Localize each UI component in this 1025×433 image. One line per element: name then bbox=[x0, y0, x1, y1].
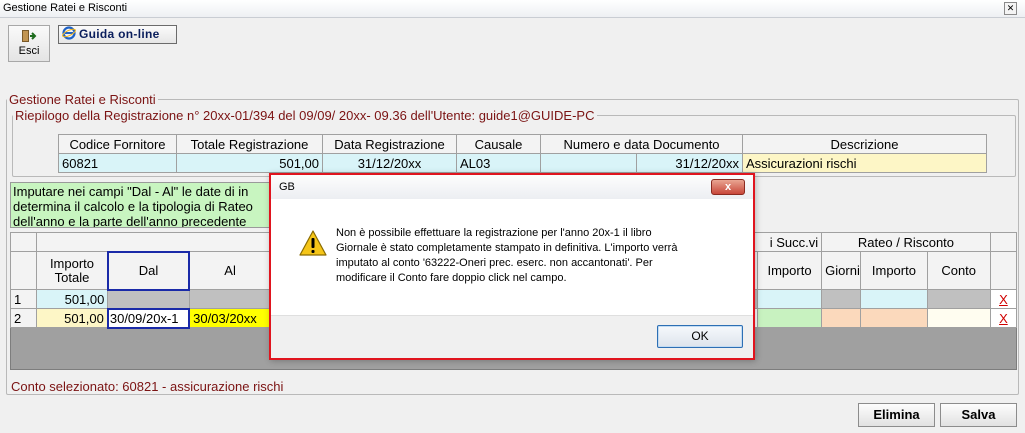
conto-selezionato-label: Conto selezionato: 60821 - assicurazione… bbox=[11, 379, 284, 394]
info-line: Imputare nei campi "Dal - Al" le date di… bbox=[13, 184, 249, 199]
warning-dialog: GB x Non è possibile effettuare la regis… bbox=[269, 173, 755, 360]
guida-label: Guida on-line bbox=[79, 27, 160, 41]
cell-causale: AL03 bbox=[456, 153, 541, 173]
row-number: 2 bbox=[9, 308, 38, 328]
grid-group-empty bbox=[36, 232, 271, 252]
delete-row-button[interactable]: X bbox=[989, 308, 1018, 328]
dialog-body: Non è possibile effettuare la registrazi… bbox=[271, 199, 753, 315]
row-number: 1 bbox=[9, 289, 38, 309]
grid-header-conto: Conto bbox=[926, 251, 991, 290]
dialog-close-button[interactable]: x bbox=[711, 179, 745, 195]
elimina-button[interactable]: Elimina bbox=[858, 403, 935, 427]
grid-header-dal: Dal bbox=[106, 250, 191, 291]
window-titlebar: Gestione Ratei e Risconti ✕ bbox=[0, 0, 1025, 18]
grid-header-al: Al bbox=[188, 251, 272, 290]
grid-group-rateo: Rateo / Risconto bbox=[821, 232, 991, 252]
riepilogo-header-row: Codice Fornitore Totale Registrazione Da… bbox=[58, 134, 987, 154]
cell-conto[interactable] bbox=[926, 308, 991, 328]
grid-header-importo: Importo bbox=[756, 251, 823, 290]
delete-row-button[interactable]: X bbox=[989, 289, 1018, 309]
header-totale-registrazione: Totale Registrazione bbox=[176, 134, 323, 154]
guida-online-button[interactable]: Guida on-line bbox=[58, 25, 177, 44]
cell-dal[interactable] bbox=[107, 289, 190, 309]
cell-importo-totale: 501,00 bbox=[36, 289, 109, 309]
info-line: determina il calcolo e la tipologia di R… bbox=[13, 199, 253, 214]
window-close-button[interactable]: ✕ bbox=[1004, 2, 1017, 15]
cell-data-registrazione: 31/12/20xx bbox=[322, 153, 457, 173]
cell-giorni bbox=[821, 308, 862, 328]
exit-door-icon bbox=[22, 30, 37, 42]
cell-totale-registrazione: 501,00 bbox=[176, 153, 323, 173]
ok-button[interactable]: OK bbox=[657, 325, 743, 348]
internet-explorer-icon bbox=[62, 26, 76, 40]
cell-importo bbox=[756, 308, 823, 328]
cell-numero-documento bbox=[540, 153, 637, 173]
dialog-message-line: imputato al conto '63222-Oneri prec. ese… bbox=[336, 257, 653, 269]
cell-data-documento: 31/12/20xx bbox=[636, 153, 743, 173]
grid-header-num bbox=[9, 251, 38, 290]
info-instructions: Imputare nei campi "Dal - Al" le date di… bbox=[10, 182, 272, 228]
cell-al[interactable]: 30/03/20xx bbox=[188, 308, 272, 328]
info-line: dell'anno e la parte dell'anno precedent… bbox=[13, 214, 247, 228]
main-group-legend: Gestione Ratei e Risconti bbox=[9, 92, 156, 107]
header-descrizione: Descrizione bbox=[742, 134, 987, 154]
esci-button[interactable]: Esci bbox=[8, 25, 50, 62]
grid-header-giorni: Giorni bbox=[821, 251, 862, 290]
riepilogo-data-row: 60821 501,00 31/12/20xx AL03 31/12/20xx … bbox=[58, 153, 987, 173]
window-title: Gestione Ratei e Risconti bbox=[3, 2, 128, 14]
header-causale: Causale bbox=[456, 134, 541, 154]
dialog-message-line: Giornale è stato completamente stampato … bbox=[336, 242, 678, 254]
grid-header-end bbox=[989, 251, 1018, 290]
esci-label: Esci bbox=[18, 45, 40, 57]
grid-header-importo-totale: Importo Totale bbox=[36, 251, 109, 290]
riepilogo-legend: Riepilogo della Registrazione n° 20xx-01… bbox=[15, 108, 595, 123]
cell-dal[interactable]: 30/09/20x-1 bbox=[106, 307, 191, 329]
salva-button[interactable]: Salva bbox=[940, 403, 1017, 427]
cell-importo-totale: 501,00 bbox=[36, 308, 109, 328]
cell-importo-rateo bbox=[860, 289, 928, 309]
dialog-footer: OK bbox=[271, 315, 753, 358]
cell-codice-fornitore: 60821 bbox=[58, 153, 177, 173]
cell-al[interactable] bbox=[188, 289, 272, 309]
header-numero-data-documento: Numero e data Documento bbox=[540, 134, 743, 154]
dialog-message-line: modificare il Conto fare doppio click ne… bbox=[336, 272, 567, 284]
cell-conto[interactable] bbox=[926, 289, 991, 309]
grid-header-importo-rateo: Importo bbox=[860, 251, 928, 290]
dialog-titlebar: GB x bbox=[271, 175, 753, 199]
dialog-message: Non è possibile effettuare la registrazi… bbox=[336, 226, 736, 286]
header-codice-fornitore: Codice Fornitore bbox=[58, 134, 177, 154]
cell-importo-rateo bbox=[860, 308, 928, 328]
header-data-registrazione: Data Registrazione bbox=[322, 134, 457, 154]
dialog-message-line: Non è possibile effettuare la registrazi… bbox=[336, 227, 652, 239]
riepilogo-table: Codice Fornitore Totale Registrazione Da… bbox=[58, 134, 987, 173]
warning-icon bbox=[299, 230, 327, 256]
cell-giorni bbox=[821, 289, 862, 309]
cell-descrizione: Assicurazioni rischi bbox=[742, 153, 987, 173]
grid-group-end bbox=[989, 232, 1018, 252]
grid-corner bbox=[9, 232, 38, 252]
dialog-title: GB bbox=[279, 181, 295, 193]
cell-importo bbox=[756, 289, 823, 309]
